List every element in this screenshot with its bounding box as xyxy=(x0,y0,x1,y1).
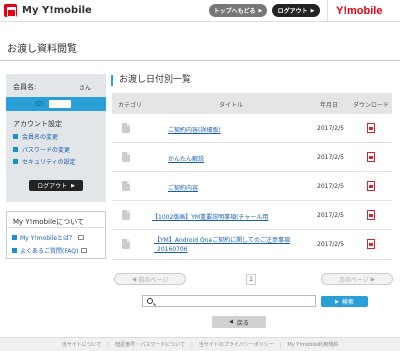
column-header-download: ダウンロード xyxy=(353,102,390,109)
header-logout-label: ログアウト xyxy=(277,8,308,15)
footer-link[interactable]: 暗証番号・パスワードについて xyxy=(115,341,185,348)
column-header-title: タイトル xyxy=(219,102,244,109)
chevron-right-icon: ▶ xyxy=(335,298,339,305)
logo-divider xyxy=(327,0,328,22)
table-row: ご契約内容 2017/2/5 xyxy=(112,172,392,201)
member-id-bar: ID: xyxy=(6,97,106,111)
table-row: かんたん解説 2017/2/5 xyxy=(112,143,392,172)
footer-separator: | xyxy=(279,341,282,348)
search-icon xyxy=(147,298,153,304)
sidebar-link-security[interactable]: セキュリティの設定 xyxy=(13,157,76,166)
sidebar-logout-button[interactable]: ログアウト ▶ xyxy=(29,180,83,191)
sidebar-logout-label: ログアウト xyxy=(37,183,68,190)
about-title: My Y!mobileについて xyxy=(13,218,85,226)
header-logout-button[interactable]: ログアウト ▶ xyxy=(272,4,320,17)
table-row: 【1002版画】YM重要説明事項(チャール用 2017/2/5 xyxy=(112,201,392,230)
document-icon xyxy=(122,181,130,191)
document-icon xyxy=(122,152,130,162)
about-link-what-is[interactable]: My Y!mobileとは？ xyxy=(12,233,85,242)
bullet-icon xyxy=(13,159,18,164)
about-link-faq[interactable]: よくあるご質問(FAQ) xyxy=(12,246,88,255)
document-icon xyxy=(122,123,130,133)
document-date: 2017/2/5 xyxy=(317,241,344,248)
back-to-top-label: トップへもどる xyxy=(213,8,256,15)
chevron-right-icon: ▶ xyxy=(258,7,263,14)
sidebar-link-change-password[interactable]: パスワードの変更 xyxy=(13,145,70,154)
chevron-right-icon: ▶ xyxy=(71,182,75,189)
member-suffix: さん xyxy=(79,85,92,92)
documents-table: カテゴリ タイトル 年月日 ダウンロード ご契約内容(詳細版) 2017/2/5… xyxy=(112,93,392,260)
external-link-icon xyxy=(78,235,85,240)
sidebar-link-label: パスワードの変更 xyxy=(22,147,71,154)
footer-link[interactable]: My Y!mobile利用規約 xyxy=(287,341,338,348)
table-header: カテゴリ タイトル 年月日 ダウンロード xyxy=(112,93,392,114)
sidebar-link-label: セキュリティの設定 xyxy=(22,159,76,166)
bullet-icon xyxy=(13,147,18,152)
pdf-download-icon[interactable] xyxy=(367,123,375,133)
document-date: 2017/2/5 xyxy=(317,183,344,190)
header: My Y!mobile トップへもどる ▶ ログアウト ▶ Y!mobile xyxy=(0,0,400,22)
my-ymobile-logo-icon xyxy=(4,4,17,17)
member-id-prefix: ID: xyxy=(35,100,45,108)
ymobile-logo[interactable]: Y!mobile xyxy=(336,5,382,17)
sidebar-link-label: 会員名の変更 xyxy=(22,134,59,141)
pdf-download-icon[interactable] xyxy=(367,239,375,249)
pdf-download-icon[interactable] xyxy=(367,181,375,191)
chevron-right-icon: ▶ xyxy=(310,7,315,14)
brand-name: My Y!mobile xyxy=(22,5,92,16)
bullet-icon xyxy=(12,235,17,240)
document-title-link[interactable]: かんたん解説 xyxy=(168,154,204,163)
search-input[interactable] xyxy=(157,297,312,306)
search-button-label: 検索 xyxy=(341,299,354,306)
document-icon xyxy=(122,210,130,220)
previous-page-label: 前のページ xyxy=(138,276,169,284)
account-settings-heading: アカウント設定 xyxy=(13,120,62,128)
pdf-download-icon[interactable] xyxy=(367,210,375,220)
about-link-label: よくあるご質問(FAQ) xyxy=(20,248,79,255)
sidebar-link-change-name[interactable]: 会員名の変更 xyxy=(13,132,58,141)
title-divider xyxy=(0,60,400,61)
member-id-redacted xyxy=(49,100,71,108)
previous-page-button[interactable]: ◀ 前のページ xyxy=(114,273,186,285)
back-button-label: 戻る xyxy=(236,319,249,327)
footer-link[interactable]: 当サイトについて xyxy=(62,341,102,348)
document-icon xyxy=(122,239,130,249)
list-title: お渡し日付別一覧 xyxy=(111,75,191,86)
page-title: お渡し資料閲覧 xyxy=(7,44,77,55)
column-header-date: 年月日 xyxy=(320,102,339,109)
brand[interactable]: My Y!mobile xyxy=(4,4,92,17)
table-row: 【YM】Android Oneご契約に関してのご注意事項_20160706 20… xyxy=(112,230,392,260)
document-date: 2017/2/5 xyxy=(317,125,344,132)
footer-link[interactable]: 当サイトのプライバシーポリシー xyxy=(199,341,274,348)
footer-separator: | xyxy=(107,341,110,348)
about-link-label: My Y!mobileとは？ xyxy=(20,235,76,242)
member-label: 会員名: xyxy=(13,83,37,91)
search-field[interactable] xyxy=(142,295,316,307)
footer: 当サイトについて | 暗証番号・パスワードについて | 当サイトのプライバシーポリシ… xyxy=(0,337,400,351)
document-title-link[interactable]: ご契約内容 xyxy=(168,183,198,192)
document-title-link[interactable]: ご契約内容(詳細版) xyxy=(168,125,221,134)
back-to-top-button[interactable]: トップへもどる ▶ xyxy=(209,4,267,17)
document-title-link[interactable]: 【YM】Android Oneご契約に関してのご注意事項_20160706 xyxy=(154,236,294,254)
external-link-icon xyxy=(81,248,88,253)
about-divider xyxy=(7,227,105,228)
bullet-icon xyxy=(12,248,17,253)
search-button[interactable]: ▶ 検索 xyxy=(321,296,368,307)
table-row: ご契約内容(詳細版) 2017/2/5 xyxy=(112,114,392,143)
bullet-icon xyxy=(13,134,18,139)
document-date: 2017/2/5 xyxy=(317,154,344,161)
next-page-button[interactable]: 次のページ ▶ xyxy=(321,273,393,285)
document-date: 2017/2/5 xyxy=(317,212,344,219)
chevron-left-icon: ◀ xyxy=(229,319,233,325)
column-header-category: カテゴリ xyxy=(118,102,143,109)
document-title-link[interactable]: 【1002版画】YM重要説明事項(チャール用 xyxy=(152,212,268,221)
back-button[interactable]: ◀ 戻る xyxy=(212,316,266,328)
chevron-right-icon: ▶ xyxy=(368,275,376,283)
pdf-download-icon[interactable] xyxy=(367,152,375,162)
next-page-label: 次のページ xyxy=(338,276,369,284)
page-number-current[interactable]: 1 xyxy=(246,274,256,285)
footer-separator: | xyxy=(191,341,193,348)
